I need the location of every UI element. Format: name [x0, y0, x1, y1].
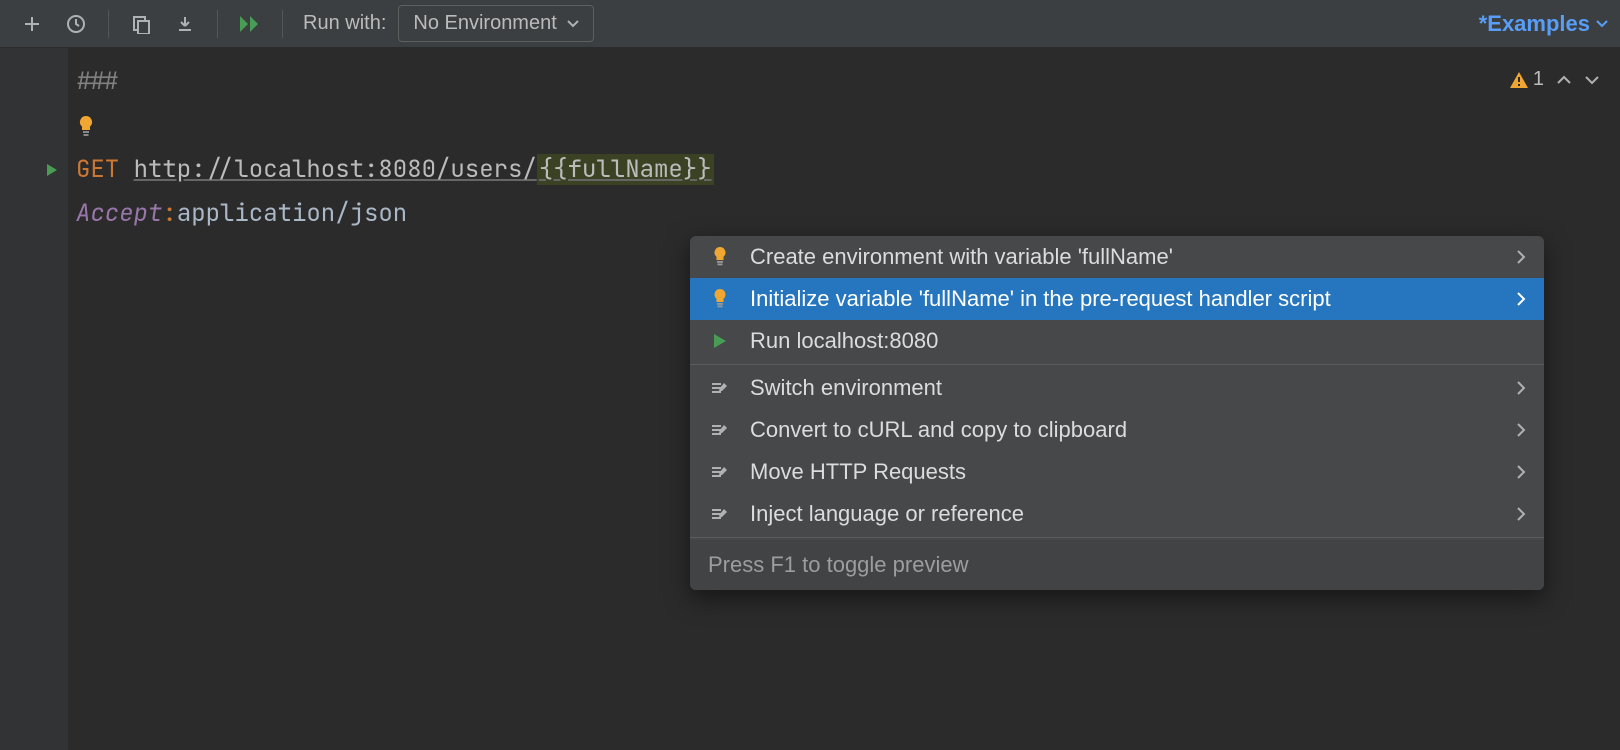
popup-footer: Press F1 to toggle preview [690, 540, 1544, 590]
import-icon[interactable] [165, 4, 205, 44]
history-icon[interactable] [56, 4, 96, 44]
popup-item-label: Switch environment [750, 375, 1498, 401]
chevron-right-icon [1516, 464, 1526, 480]
intention-icon [708, 505, 732, 523]
chevron-up-icon[interactable] [1556, 74, 1572, 86]
toolbar-separator [108, 10, 109, 38]
run-all-icon[interactable] [230, 4, 270, 44]
chevron-down-icon[interactable] [1584, 74, 1600, 86]
request-separator: ### [76, 60, 119, 104]
warning-count: 1 [1533, 68, 1544, 91]
examples-link[interactable]: *Examples [1479, 11, 1608, 37]
intention-icon [708, 463, 732, 481]
add-icon[interactable] [12, 4, 52, 44]
lightbulb-icon [708, 246, 732, 268]
popup-item-label: Initialize variable 'fullName' in the pr… [750, 286, 1498, 312]
popup-item-label: Inject language or reference [750, 501, 1498, 527]
environment-dropdown[interactable]: No Environment [398, 5, 593, 42]
warning-icon [1509, 71, 1529, 89]
popup-item[interactable]: Convert to cURL and copy to clipboard [690, 409, 1544, 451]
intention-popup: Create environment with variable 'fullNa… [690, 236, 1544, 590]
popup-item[interactable]: Initialize variable 'fullName' in the pr… [690, 278, 1544, 320]
popup-item[interactable]: Create environment with variable 'fullNa… [690, 236, 1544, 278]
run-with-label: Run with: [303, 12, 386, 35]
popup-separator [690, 364, 1544, 365]
warning-indicator[interactable]: 1 [1509, 68, 1544, 91]
url-variable: {{fullName}} [537, 154, 714, 185]
chevron-right-icon [1516, 422, 1526, 438]
header-name: Accept [76, 192, 162, 236]
popup-item-label: Create environment with variable 'fullNa… [750, 244, 1498, 270]
http-method: GET [76, 148, 119, 192]
chevron-right-icon [1516, 380, 1526, 396]
intention-icon [708, 421, 732, 439]
examples-label: *Examples [1479, 11, 1590, 37]
intention-icon [708, 379, 732, 397]
header-value: application/json [177, 192, 407, 236]
popup-item-label: Move HTTP Requests [750, 459, 1498, 485]
chevron-right-icon [1516, 506, 1526, 522]
popup-item[interactable]: Run localhost:8080 [690, 320, 1544, 362]
popup-item[interactable]: Move HTTP Requests [690, 451, 1544, 493]
inspection-bar: 1 [1509, 68, 1600, 91]
gutter-run-icon[interactable] [0, 148, 68, 192]
lightbulb-icon [708, 288, 732, 310]
run-icon [708, 332, 732, 350]
http-url: http://localhost:8080/users/{{fullName}} [134, 148, 714, 192]
gutter [0, 48, 68, 750]
toolbar-separator [282, 10, 283, 38]
popup-separator [690, 537, 1544, 538]
popup-item-label: Convert to cURL and copy to clipboard [750, 417, 1498, 443]
lightbulb-icon[interactable] [76, 114, 100, 138]
popup-item[interactable]: Inject language or reference [690, 493, 1544, 535]
editor: ### GET http://localhost:8080/users/{{fu… [0, 48, 1620, 750]
popup-item-label: Run localhost:8080 [750, 328, 1526, 354]
chevron-right-icon [1516, 291, 1526, 307]
chevron-down-icon [1596, 20, 1608, 28]
popup-item[interactable]: Switch environment [690, 367, 1544, 409]
environment-value: No Environment [413, 12, 556, 35]
toolbar-separator [217, 10, 218, 38]
copy-icon[interactable] [121, 4, 161, 44]
toolbar: Run with: No Environment *Examples [0, 0, 1620, 48]
chevron-down-icon [567, 20, 579, 28]
chevron-right-icon [1516, 249, 1526, 265]
